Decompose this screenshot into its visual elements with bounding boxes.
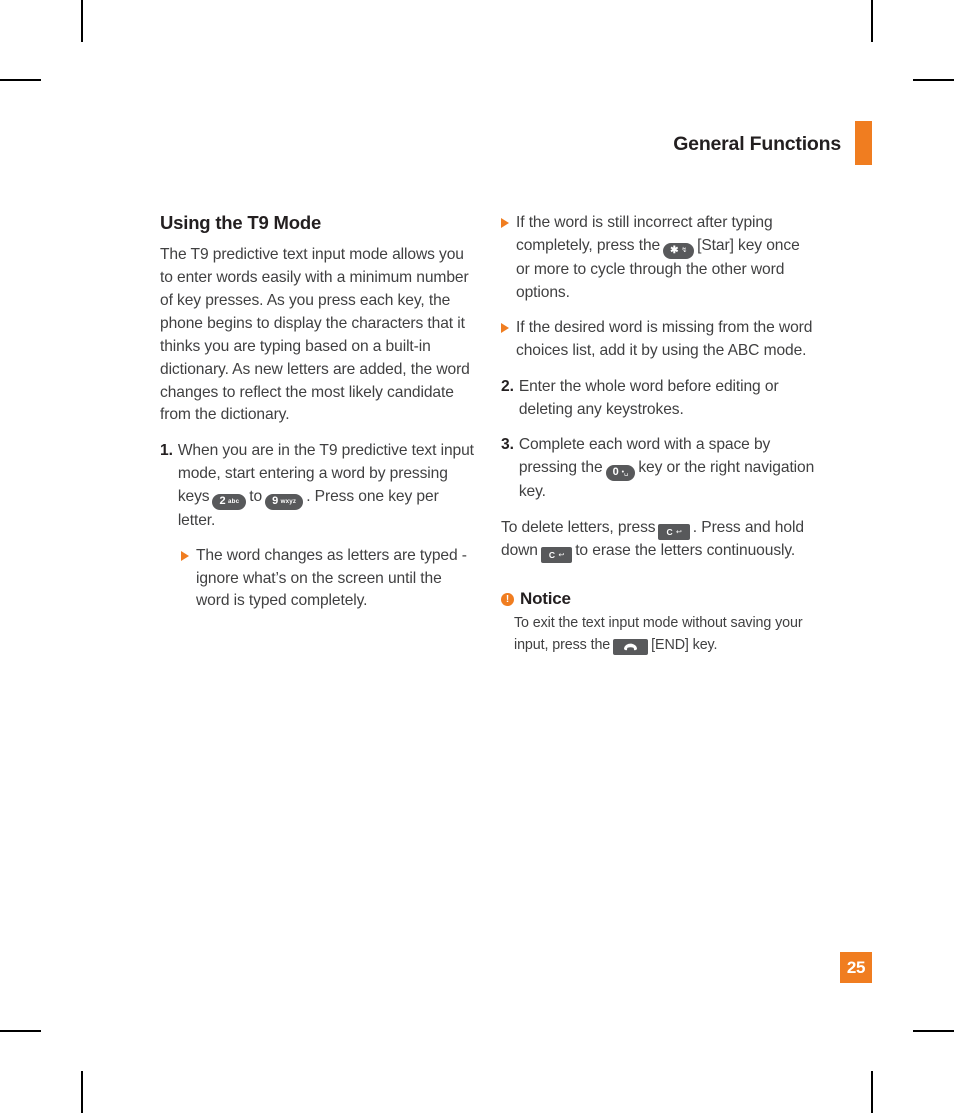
notice-title: Notice: [520, 589, 571, 609]
key-back-arrow-icon: ↩: [558, 551, 565, 559]
list-item-body: When you are in the T9 predictive text i…: [178, 440, 475, 532]
left-column: Using the T9 Mode The T9 predictive text…: [160, 212, 475, 656]
bullet-text: If the word is still incorrect after typ…: [516, 212, 817, 305]
step1-text-between-keys: to: [249, 488, 263, 506]
key-digit: 0: [612, 466, 619, 479]
key-digit: 9: [272, 495, 279, 508]
right-column: If the word is still incorrect after typ…: [501, 212, 817, 656]
key-chip-2abc[interactable]: 2 abc: [212, 493, 247, 510]
list-item-body: Enter the whole word before editing or d…: [518, 377, 779, 418]
notice-text: To exit the text input mode without savi…: [514, 613, 817, 656]
key-chip-star[interactable]: ✱ ↯: [663, 242, 695, 259]
key-asterisk-icon: ✱: [670, 244, 679, 256]
content-columns: Using the T9 Mode The T9 predictive text…: [160, 212, 817, 656]
crop-mark-top-right-horizontal: [913, 79, 954, 81]
section-heading: Using the T9 Mode: [160, 212, 322, 233]
triangle-bullet-icon: [501, 322, 509, 333]
bullet-text: The word changes as letters are typed - …: [196, 546, 467, 610]
manual-page: General Functions Using the T9 Mode The …: [81, 0, 872, 1113]
exclamation-icon: !: [501, 592, 514, 606]
bullet-item-abc-mode: If the desired word is missing from the …: [501, 317, 817, 363]
triangle-bullet-icon: [181, 550, 189, 561]
key-chip-0space[interactable]: 0 •␣: [605, 464, 636, 481]
page-title: General Functions: [673, 133, 841, 155]
bullet-text: If the desired word is missing from the …: [516, 318, 813, 359]
key-chip-clear-2[interactable]: C ↩: [540, 547, 573, 564]
running-header: General Functions: [673, 121, 872, 165]
crop-mark-bottom-right-horizontal: [913, 1030, 954, 1032]
ordered-list-item-3: 3. Complete each word with a space by pr…: [501, 434, 817, 503]
notice-text-after-key: [END] key.: [651, 636, 718, 653]
header-accent-bar: [855, 121, 872, 165]
key-digit: 2: [219, 495, 226, 508]
intro-paragraph: The T9 predictive text input mode allows…: [160, 246, 470, 424]
list-number: 1.: [160, 442, 173, 460]
key-letter: C: [548, 550, 556, 561]
delete-text-before-key1: To delete letters, press: [501, 518, 656, 536]
key-letters: abc: [228, 497, 240, 505]
key-chip-end-call[interactable]: [613, 639, 649, 656]
key-chip-9wxyz[interactable]: 9 wxyz: [265, 493, 304, 510]
notice-header: ! Notice: [501, 589, 817, 609]
key-letter: C: [666, 526, 674, 537]
bullet-item-step1: The word changes as letters are typed - …: [181, 545, 475, 614]
ordered-list-item-1: 1. When you are in the T9 predictive tex…: [160, 440, 475, 532]
key-space-icon: •␣: [621, 469, 629, 477]
list-item-body: Complete each word with a space by press…: [519, 434, 817, 503]
end-call-handset-icon: [624, 643, 638, 650]
key-back-arrow-icon: ↩: [676, 528, 682, 536]
key-shift-icon: ↯: [681, 247, 688, 255]
triangle-bullet-icon: [501, 218, 509, 228]
notice-block: ! Notice To exit the text input mode wit…: [501, 589, 817, 656]
key-chip-clear-1[interactable]: C ↩: [658, 524, 690, 541]
bullet-item-star-key: If the word is still incorrect after typ…: [501, 212, 817, 305]
crop-mark-bottom-left-horizontal: [0, 1030, 41, 1032]
delete-letters-paragraph: To delete letters, press C ↩. Press and ho…: [501, 517, 817, 564]
ordered-list-item-2: 2. Enter the whole word before editing o…: [501, 376, 817, 422]
key-letters: wxyz: [280, 497, 297, 505]
delete-text-after-key2: to erase the letters continuously.: [575, 542, 796, 560]
crop-mark-top-left-horizontal: [0, 79, 41, 81]
page-number-badge: 25: [840, 952, 872, 983]
list-number: 2.: [501, 377, 514, 395]
list-number: 3.: [501, 436, 514, 454]
